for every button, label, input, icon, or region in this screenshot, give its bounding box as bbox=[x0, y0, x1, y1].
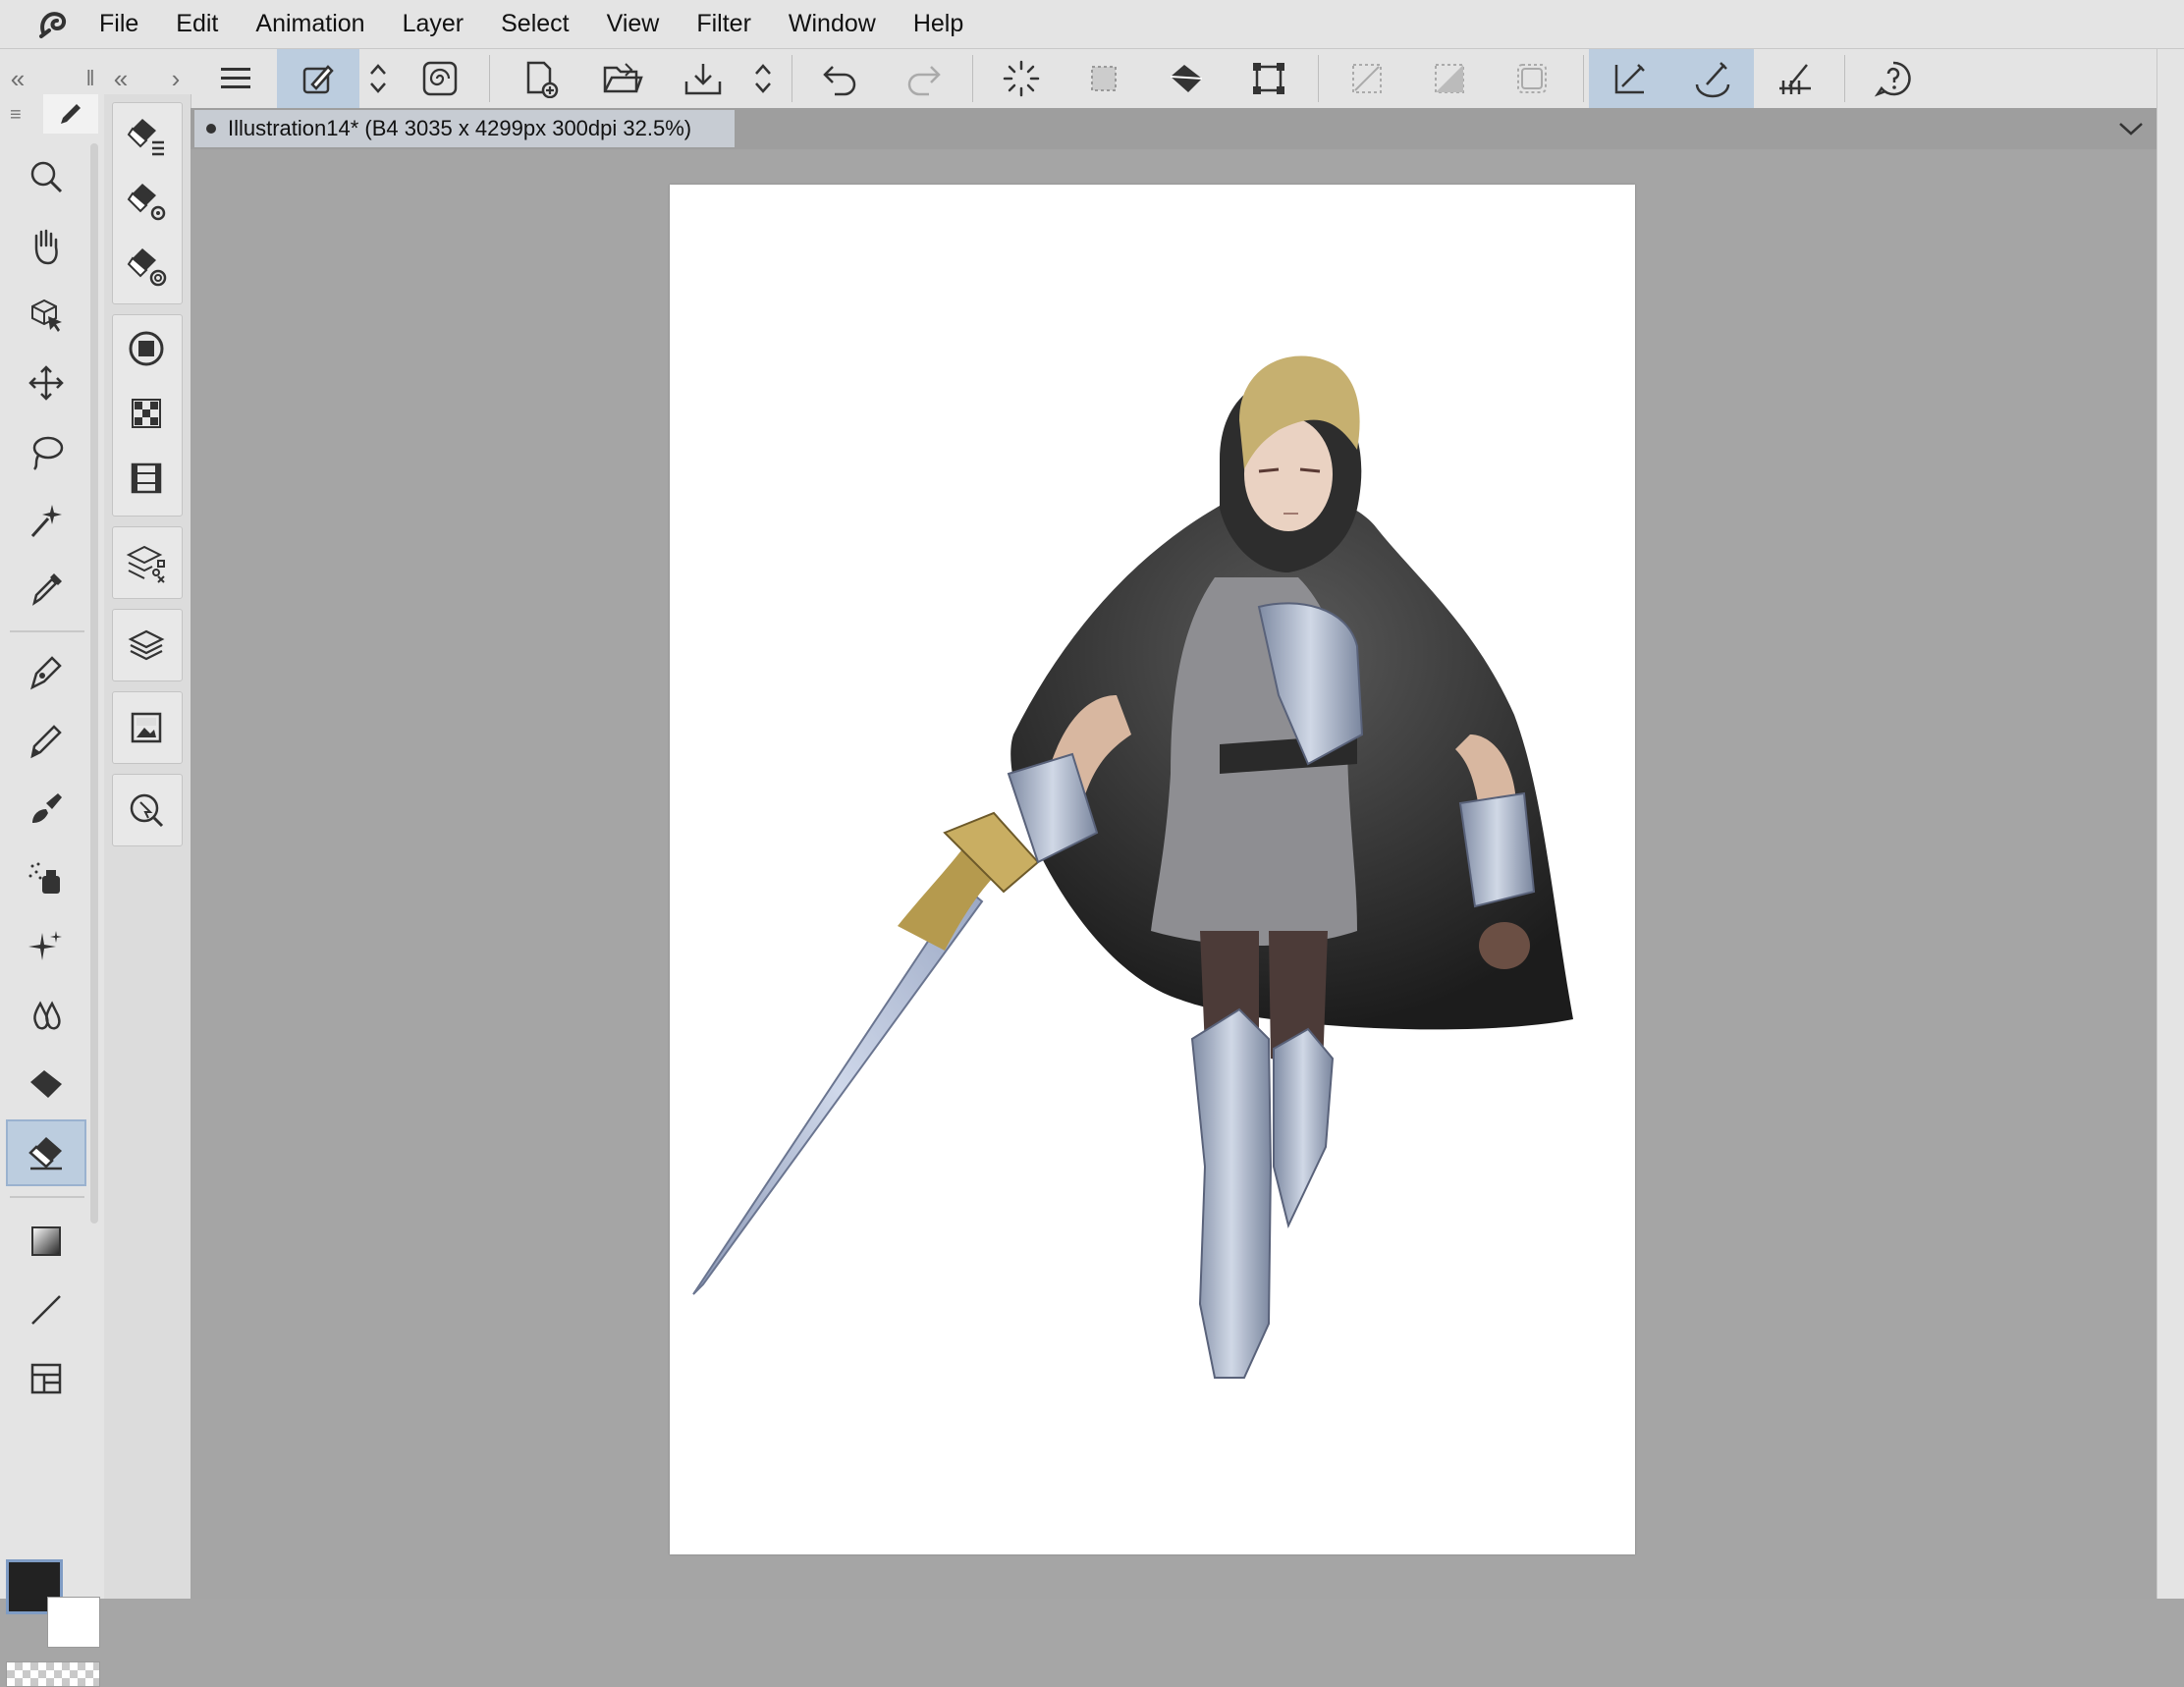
panel-icon-column bbox=[104, 94, 191, 1599]
chevron-down-icon[interactable] bbox=[2111, 110, 2151, 147]
canvas-paper[interactable] bbox=[670, 185, 1635, 1554]
selection-icon[interactable] bbox=[1063, 49, 1145, 108]
menu-filter[interactable]: Filter bbox=[678, 0, 770, 48]
unsaved-indicator-icon bbox=[206, 124, 216, 134]
loading-ring-icon[interactable] bbox=[980, 49, 1063, 108]
frame-icon[interactable] bbox=[8, 1347, 84, 1410]
eyedropper-icon[interactable] bbox=[8, 558, 84, 621]
clear-selection-icon[interactable] bbox=[1326, 49, 1408, 108]
color-set-icon[interactable] bbox=[112, 381, 181, 446]
color-wheel-icon[interactable] bbox=[112, 316, 181, 381]
document-title: Illustration14* (B4 3035 x 4299px 300dpi… bbox=[228, 116, 692, 140]
move-icon[interactable] bbox=[8, 352, 84, 414]
palette-menu-icon[interactable]: ≡ bbox=[10, 104, 22, 127]
command-bar: « ‖ « › bbox=[0, 49, 2184, 109]
fill-bucket-icon[interactable] bbox=[8, 1053, 84, 1116]
menu-file[interactable]: File bbox=[81, 0, 157, 48]
object-select-icon[interactable] bbox=[8, 283, 84, 346]
pencil-icon[interactable] bbox=[8, 709, 84, 772]
spinner-icon[interactable] bbox=[363, 49, 393, 108]
save-options-spinner-icon[interactable] bbox=[748, 49, 778, 108]
invert-selection-icon[interactable] bbox=[1408, 49, 1491, 108]
tool-palette: ≡ bbox=[0, 94, 105, 1687]
transform-icon[interactable] bbox=[1228, 49, 1310, 108]
snap-to-special-ruler-icon[interactable] bbox=[1671, 49, 1754, 108]
airbrush-icon[interactable] bbox=[8, 846, 84, 909]
pen-icon[interactable] bbox=[8, 640, 84, 703]
menu-animation[interactable]: Animation bbox=[237, 0, 383, 48]
menu-window[interactable]: Window bbox=[770, 0, 895, 48]
undo-icon[interactable] bbox=[799, 49, 882, 108]
layer-property-icon[interactable] bbox=[112, 530, 181, 595]
sub-tool-icon[interactable] bbox=[112, 104, 181, 169]
knight-illustration bbox=[692, 355, 1573, 1379]
eraser-icon[interactable] bbox=[6, 1119, 86, 1186]
help-icon[interactable] bbox=[1852, 49, 1935, 108]
right-panel-edge bbox=[2157, 49, 2184, 1599]
tool-property-icon[interactable] bbox=[112, 169, 181, 234]
save-icon[interactable] bbox=[662, 49, 744, 108]
decoration-icon[interactable] bbox=[8, 915, 84, 978]
menu-help[interactable]: Help bbox=[895, 0, 982, 48]
show-selection-icon[interactable] bbox=[1491, 49, 1573, 108]
app-logo-icon[interactable] bbox=[26, 0, 81, 48]
tool-palette-scrollbar[interactable] bbox=[90, 143, 98, 1224]
sub-color-swatch[interactable] bbox=[47, 1597, 100, 1648]
fill-icon[interactable] bbox=[1145, 49, 1228, 108]
document-tab[interactable]: Illustration14* (B4 3035 x 4299px 300dpi… bbox=[194, 110, 735, 147]
menu-layer[interactable]: Layer bbox=[384, 0, 483, 48]
brush-icon[interactable] bbox=[8, 778, 84, 841]
timeline-icon[interactable] bbox=[112, 446, 181, 511]
menu-bar: File Edit Animation Layer Select View Fi… bbox=[0, 0, 2184, 49]
layer-icon[interactable] bbox=[112, 613, 181, 678]
magic-wand-icon[interactable] bbox=[8, 489, 84, 552]
snap-to-ruler-icon[interactable] bbox=[1589, 49, 1671, 108]
search-layer-icon[interactable] bbox=[112, 778, 181, 843]
line-icon[interactable] bbox=[8, 1279, 84, 1341]
redo-icon[interactable] bbox=[882, 49, 964, 108]
open-folder-icon[interactable] bbox=[581, 49, 664, 108]
gradient-icon[interactable] bbox=[8, 1210, 84, 1273]
hamburger-menu-icon[interactable] bbox=[194, 49, 277, 108]
menu-select[interactable]: Select bbox=[482, 0, 587, 48]
zoom-icon[interactable] bbox=[8, 145, 84, 208]
tool-palette-header: ≡ bbox=[0, 94, 104, 134]
lasso-icon[interactable] bbox=[8, 420, 84, 483]
spiral-icon[interactable] bbox=[399, 49, 481, 108]
transparent-color-swatch[interactable] bbox=[6, 1661, 100, 1687]
hand-icon[interactable] bbox=[8, 214, 84, 277]
snap-to-grid-icon[interactable] bbox=[1754, 49, 1836, 108]
tool-tab-pen-icon[interactable] bbox=[43, 94, 98, 134]
blend-icon[interactable] bbox=[8, 984, 84, 1047]
new-canvas-icon[interactable] bbox=[499, 49, 581, 108]
navigator-icon[interactable] bbox=[112, 695, 181, 760]
menu-edit[interactable]: Edit bbox=[157, 0, 237, 48]
menu-view[interactable]: View bbox=[588, 0, 679, 48]
brush-size-icon[interactable] bbox=[112, 234, 181, 299]
brush-settings-icon[interactable] bbox=[277, 49, 359, 108]
